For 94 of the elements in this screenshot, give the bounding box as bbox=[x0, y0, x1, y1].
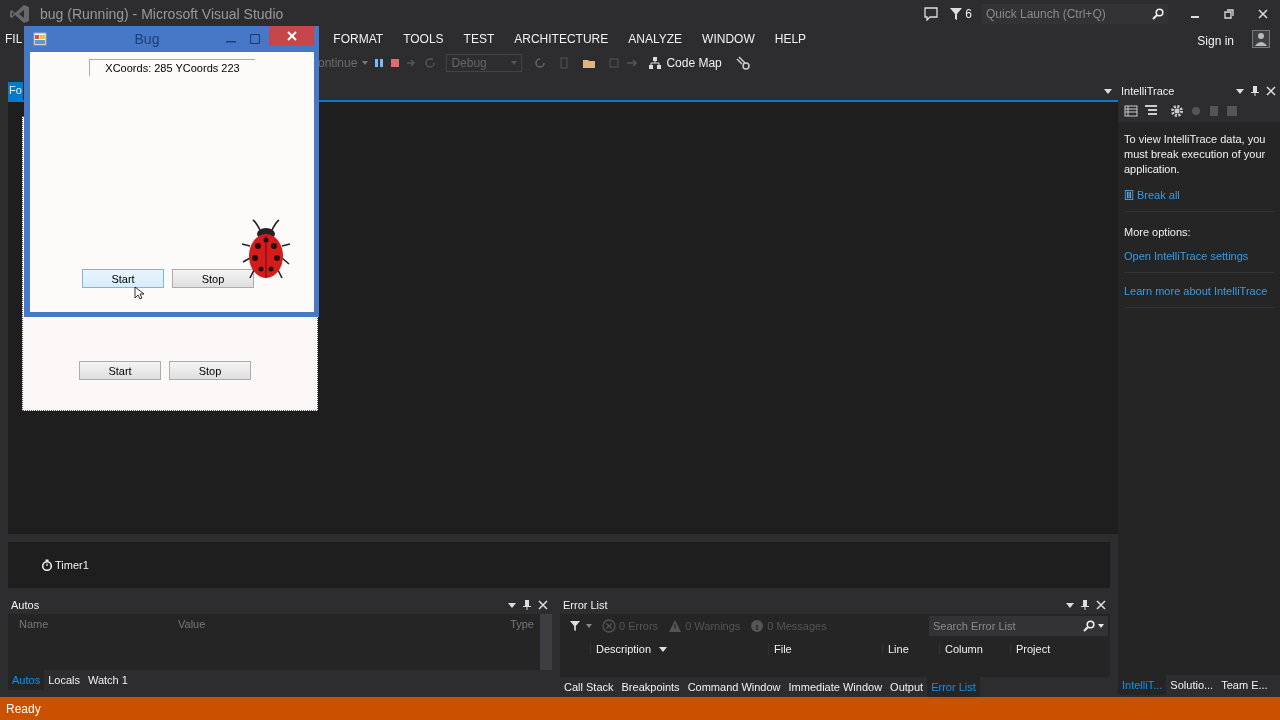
pause-icon[interactable] bbox=[374, 58, 385, 68]
outline-view-icon[interactable] bbox=[1144, 104, 1158, 118]
search-button[interactable] bbox=[1148, 4, 1168, 24]
menu-item[interactable]: ARCHITECTURE bbox=[514, 32, 609, 46]
panel-tab[interactable]: Output bbox=[886, 677, 928, 697]
coordinates-label: XCoords: 285 YCoords 223 bbox=[89, 59, 255, 76]
settings-icon[interactable] bbox=[1170, 104, 1184, 118]
component-label[interactable]: Timer1 bbox=[55, 559, 89, 571]
intellitrace-link[interactable]: Open IntelliTrace settings bbox=[1124, 250, 1274, 262]
window-title: bug (Running) - Microsoft Visual Studio bbox=[40, 6, 284, 22]
panel-title: Error List bbox=[563, 599, 608, 611]
panel-tab[interactable]: Watch 1 bbox=[83, 670, 132, 690]
feedback-icon[interactable] bbox=[924, 7, 939, 21]
panel-tab[interactable]: Solutio... bbox=[1166, 675, 1218, 695]
caret-icon bbox=[511, 61, 518, 65]
restart-icon[interactable] bbox=[424, 57, 437, 69]
dropdown-icon[interactable] bbox=[1066, 602, 1074, 608]
column-header[interactable]: Type bbox=[510, 618, 534, 670]
column-header[interactable]: Column bbox=[939, 643, 1010, 655]
close-icon[interactable] bbox=[538, 600, 548, 610]
panel-tab[interactable]: Locals bbox=[44, 670, 84, 690]
pin-icon[interactable] bbox=[1080, 600, 1090, 610]
pause-icon bbox=[1124, 190, 1134, 200]
close-icon[interactable] bbox=[1096, 600, 1106, 610]
close-icon[interactable] bbox=[1266, 86, 1276, 96]
panel-tab[interactable]: IntelliT... bbox=[1118, 675, 1167, 695]
sign-in-link[interactable]: Sign in bbox=[1197, 34, 1234, 48]
form-button[interactable]: Start bbox=[79, 361, 161, 380]
app-window-title: Bug bbox=[133, 31, 161, 47]
app-icon bbox=[33, 32, 47, 46]
caret-icon bbox=[1098, 624, 1104, 628]
pin-icon[interactable] bbox=[522, 600, 532, 610]
dropdown-icon[interactable] bbox=[1104, 88, 1112, 94]
menu-item[interactable]: TOOLS bbox=[403, 32, 444, 46]
menu-item[interactable]: HELP bbox=[774, 32, 807, 46]
status-text: Ready bbox=[6, 701, 41, 716]
filter-icon[interactable] bbox=[950, 8, 963, 20]
cursor-icon bbox=[134, 286, 144, 300]
menu-item[interactable]: FORMAT bbox=[333, 32, 384, 46]
close-icon bbox=[286, 31, 297, 41]
pin-icon[interactable] bbox=[1250, 86, 1260, 96]
dropdown-icon[interactable] bbox=[508, 602, 516, 608]
sort-icon bbox=[659, 646, 668, 652]
avatar-icon[interactable] bbox=[1252, 30, 1270, 48]
error-icon bbox=[602, 619, 616, 633]
notification-count: 6 bbox=[965, 7, 972, 21]
panel-title: Autos bbox=[11, 599, 40, 611]
caret-icon[interactable] bbox=[586, 624, 592, 628]
filter-icon[interactable] bbox=[570, 621, 580, 631]
panel-tab[interactable]: Immediate Window bbox=[784, 677, 887, 697]
column-header[interactable]: File bbox=[768, 643, 882, 655]
column-header[interactable]: Project bbox=[1010, 643, 1110, 655]
menu-item[interactable]: ANALYZE bbox=[628, 32, 683, 46]
diagram-icon bbox=[648, 56, 663, 70]
column-header[interactable]: Line bbox=[882, 643, 939, 655]
info-icon bbox=[750, 619, 765, 633]
column-header[interactable]: Description bbox=[590, 643, 768, 655]
warning-icon bbox=[668, 619, 683, 633]
search-field[interactable]: Search Error List bbox=[929, 616, 1079, 636]
panel-tab[interactable]: Team E... bbox=[1217, 675, 1272, 695]
panel-tab[interactable]: Autos bbox=[8, 670, 45, 690]
close-icon[interactable] bbox=[1258, 9, 1268, 19]
search-button[interactable] bbox=[1079, 616, 1108, 636]
stopwatch-icon bbox=[41, 559, 53, 571]
panel-tab[interactable]: Command Window bbox=[683, 677, 785, 697]
close-button[interactable] bbox=[269, 26, 314, 46]
caret-icon[interactable] bbox=[362, 61, 369, 65]
intellitrace-message: To view IntelliTrace data, you must break execution of your application. bbox=[1124, 132, 1267, 177]
column-header[interactable]: Value bbox=[178, 618, 511, 670]
panel-tab[interactable]: Call Stack bbox=[560, 677, 618, 697]
search-icon bbox=[1083, 620, 1095, 632]
menu-item[interactable]: WINDOW bbox=[702, 32, 755, 46]
scrollbar[interactable] bbox=[540, 614, 552, 670]
app-button[interactable]: Start bbox=[82, 269, 164, 288]
more-options-label: More options: bbox=[1124, 226, 1192, 238]
dropdown-icon[interactable] bbox=[1236, 88, 1244, 94]
quick-launch-field[interactable]: Quick Launch (Ctrl+Q) bbox=[982, 4, 1148, 24]
form-button[interactable]: Stop bbox=[169, 361, 251, 380]
column-header[interactable]: Name bbox=[19, 618, 178, 670]
app-button[interactable]: Stop bbox=[172, 269, 254, 288]
visual-studio-logo-icon bbox=[10, 4, 30, 24]
menu-item[interactable]: FIL bbox=[5, 32, 23, 46]
code-map-button[interactable]: Code Map bbox=[646, 54, 724, 72]
panel-tab[interactable]: Breakpoints bbox=[617, 677, 684, 697]
intellitrace-link[interactable]: Learn more about IntelliTrace bbox=[1124, 285, 1274, 297]
menu-item[interactable]: TEST bbox=[463, 32, 495, 46]
stop-icon[interactable] bbox=[390, 58, 401, 68]
list-view-icon[interactable] bbox=[1124, 104, 1138, 118]
panel-tab[interactable]: Error List bbox=[927, 677, 980, 697]
configuration-value: Debug bbox=[451, 56, 487, 70]
document-tab[interactable]: Fo bbox=[8, 82, 23, 100]
panel-title: IntelliTrace bbox=[1121, 85, 1175, 97]
break-all-link[interactable]: Break all bbox=[1124, 189, 1274, 201]
restore-icon[interactable] bbox=[1224, 9, 1234, 19]
